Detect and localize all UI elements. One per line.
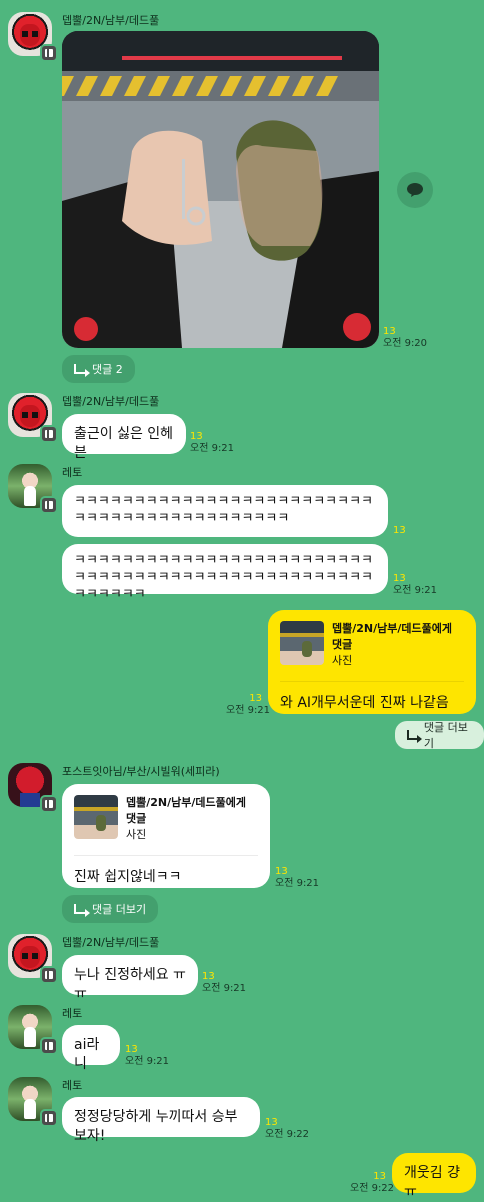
timestamp: 오전 9:22 (350, 1183, 395, 1194)
sender-name: 뎁뿔/2N/남부/데드풀 (62, 395, 160, 408)
sender-name: 레토 (62, 1079, 83, 1092)
unread-count: 13 (265, 1117, 278, 1128)
my-message-bubble[interactable]: 개웃김 걍ㅠ (392, 1153, 476, 1200)
message-meta: 13 오전 9:21 (226, 693, 270, 717)
green-avatar[interactable] (8, 464, 58, 514)
reply-arrow-icon (407, 730, 422, 743)
reply-thread-button[interactable]: 댓글 2 (62, 355, 135, 383)
timestamp: 오전 9:21 (125, 1056, 170, 1067)
reply-label: 댓글 2 (92, 363, 123, 376)
message-bubble[interactable]: 정정당당하게 누끼따서 승부보자! (62, 1097, 260, 1144)
green-avatar[interactable] (8, 1077, 58, 1127)
unread-count: 13 (249, 693, 262, 704)
profile-badge-icon (40, 1109, 58, 1127)
reply-label: 댓글 더보기 (92, 903, 147, 916)
timestamp: 오전 9:21 (275, 878, 320, 889)
quoted-reply[interactable]: 뎁뿔/2N/남부/데드풀에게 댓글사진 (74, 795, 258, 856)
unread-count: 13 (373, 1171, 386, 1182)
timestamp: 오전 9:21 (190, 443, 235, 454)
reply-label: 댓글 더보기 (423, 721, 468, 750)
profile-badge-icon (40, 496, 58, 514)
message-meta: 13 오전 9:20 (383, 326, 427, 350)
profile-badge-icon (40, 425, 58, 443)
reply-more-button[interactable]: 댓글 더보기 (62, 895, 159, 923)
reply-more-button[interactable]: 댓글 더보기 (395, 721, 484, 750)
reply-arrow-icon (74, 904, 90, 917)
unread-count: 13 (393, 573, 406, 584)
message-meta: 13 오전 9:21 (125, 1044, 169, 1068)
unread-count: 13 (383, 326, 396, 337)
deadpool-avatar[interactable] (8, 393, 58, 443)
message-meta: 13 (393, 525, 406, 537)
timestamp: 오전 9:21 (202, 983, 247, 994)
unread-count: 13 (190, 431, 203, 442)
reply-arrow-icon (74, 364, 90, 377)
quote-title: 뎁뿔/2N/남부/데드풀에게 댓글 (126, 796, 246, 825)
message-meta: 13 오전 9:21 (393, 573, 437, 597)
shared-photo[interactable] (62, 31, 379, 348)
message-bubble[interactable]: 누나 진정하세요 ㅠㅠ (62, 955, 198, 1002)
message-bubble[interactable]: 출근이 싫은 인헤븐 (62, 414, 186, 461)
quote-subtitle: 사진 (332, 654, 353, 667)
deadpool-avatar[interactable] (8, 12, 58, 62)
timestamp: 오전 9:22 (265, 1129, 310, 1140)
message-text: 진짜 쉽지않네ㅋㅋ (74, 869, 182, 885)
deadpool-avatar[interactable] (8, 934, 58, 984)
unread-count: 13 (125, 1044, 138, 1055)
quote-title: 뎁뿔/2N/남부/데드풀에게 댓글 (332, 622, 452, 651)
profile-badge-icon (40, 1037, 58, 1055)
sender-name: 뎁뿔/2N/남부/데드풀 (62, 936, 160, 949)
timestamp: 오전 9:21 (393, 585, 438, 596)
profile-badge-icon (40, 966, 58, 984)
message-bubble[interactable]: ㅋㅋㅋㅋㅋㅋㅋㅋㅋㅋㅋㅋㅋㅋㅋㅋㅋㅋㅋㅋㅋㅋㅋㅋㅋㅋㅋㅋㅋㅋㅋㅋㅋㅋㅋㅋㅋㅋㅋㅋ… (62, 544, 388, 602)
unread-count: 13 (202, 971, 215, 982)
timestamp: 오전 9:20 (383, 338, 428, 349)
quote-subtitle: 사진 (126, 828, 147, 841)
my-message-bubble[interactable]: 뎁뿔/2N/남부/데드풀에게 댓글사진 와 AI개무서운데 진짜 나같음 (268, 610, 476, 714)
message-meta: 13 오전 9:21 (275, 866, 319, 890)
sender-name: 레토 (62, 1007, 83, 1020)
sender-name: 뎁뿔/2N/남부/데드풀 (62, 14, 160, 27)
quoted-reply[interactable]: 뎁뿔/2N/남부/데드풀에게 댓글사진 (280, 621, 464, 682)
spiderman-avatar[interactable] (8, 763, 58, 813)
sender-name: 레토 (62, 466, 83, 479)
message-meta: 13 오전 9:22 (265, 1117, 309, 1141)
quoted-photo-thumbnail (74, 795, 118, 839)
message-bubble[interactable]: ㅋㅋㅋㅋㅋㅋㅋㅋㅋㅋㅋㅋㅋㅋㅋㅋㅋㅋㅋㅋㅋㅋㅋㅋㅋㅋㅋㅋㅋㅋㅋㅋㅋㅋㅋㅋㅋㅋㅋㅋ… (62, 485, 388, 537)
message-bubble[interactable]: 뎁뿔/2N/남부/데드풀에게 댓글사진 진짜 쉽지않네ㅋㅋ (62, 784, 270, 888)
message-meta: 13 오전 9:21 (190, 431, 234, 455)
timestamp: 오전 9:21 (226, 705, 271, 716)
green-avatar[interactable] (8, 1005, 58, 1055)
unread-count: 13 (275, 866, 288, 877)
share-bubble-button[interactable] (397, 172, 433, 208)
message-meta: 13 오전 9:21 (202, 971, 246, 995)
message-meta: 13 오전 9:22 (350, 1171, 394, 1195)
unread-count: 13 (393, 525, 406, 536)
profile-badge-icon (40, 795, 58, 813)
message-text: 와 AI개무서운데 진짜 나같음 (280, 695, 449, 711)
photo-image (62, 31, 379, 348)
profile-badge-icon (40, 44, 58, 62)
sender-name: 포스트잇아님/부산/시빌워(세피라) (62, 765, 220, 778)
quoted-photo-thumbnail (280, 621, 324, 665)
message-bubble[interactable]: ai라니 (62, 1025, 120, 1072)
chat-bubble-icon (407, 183, 423, 197)
